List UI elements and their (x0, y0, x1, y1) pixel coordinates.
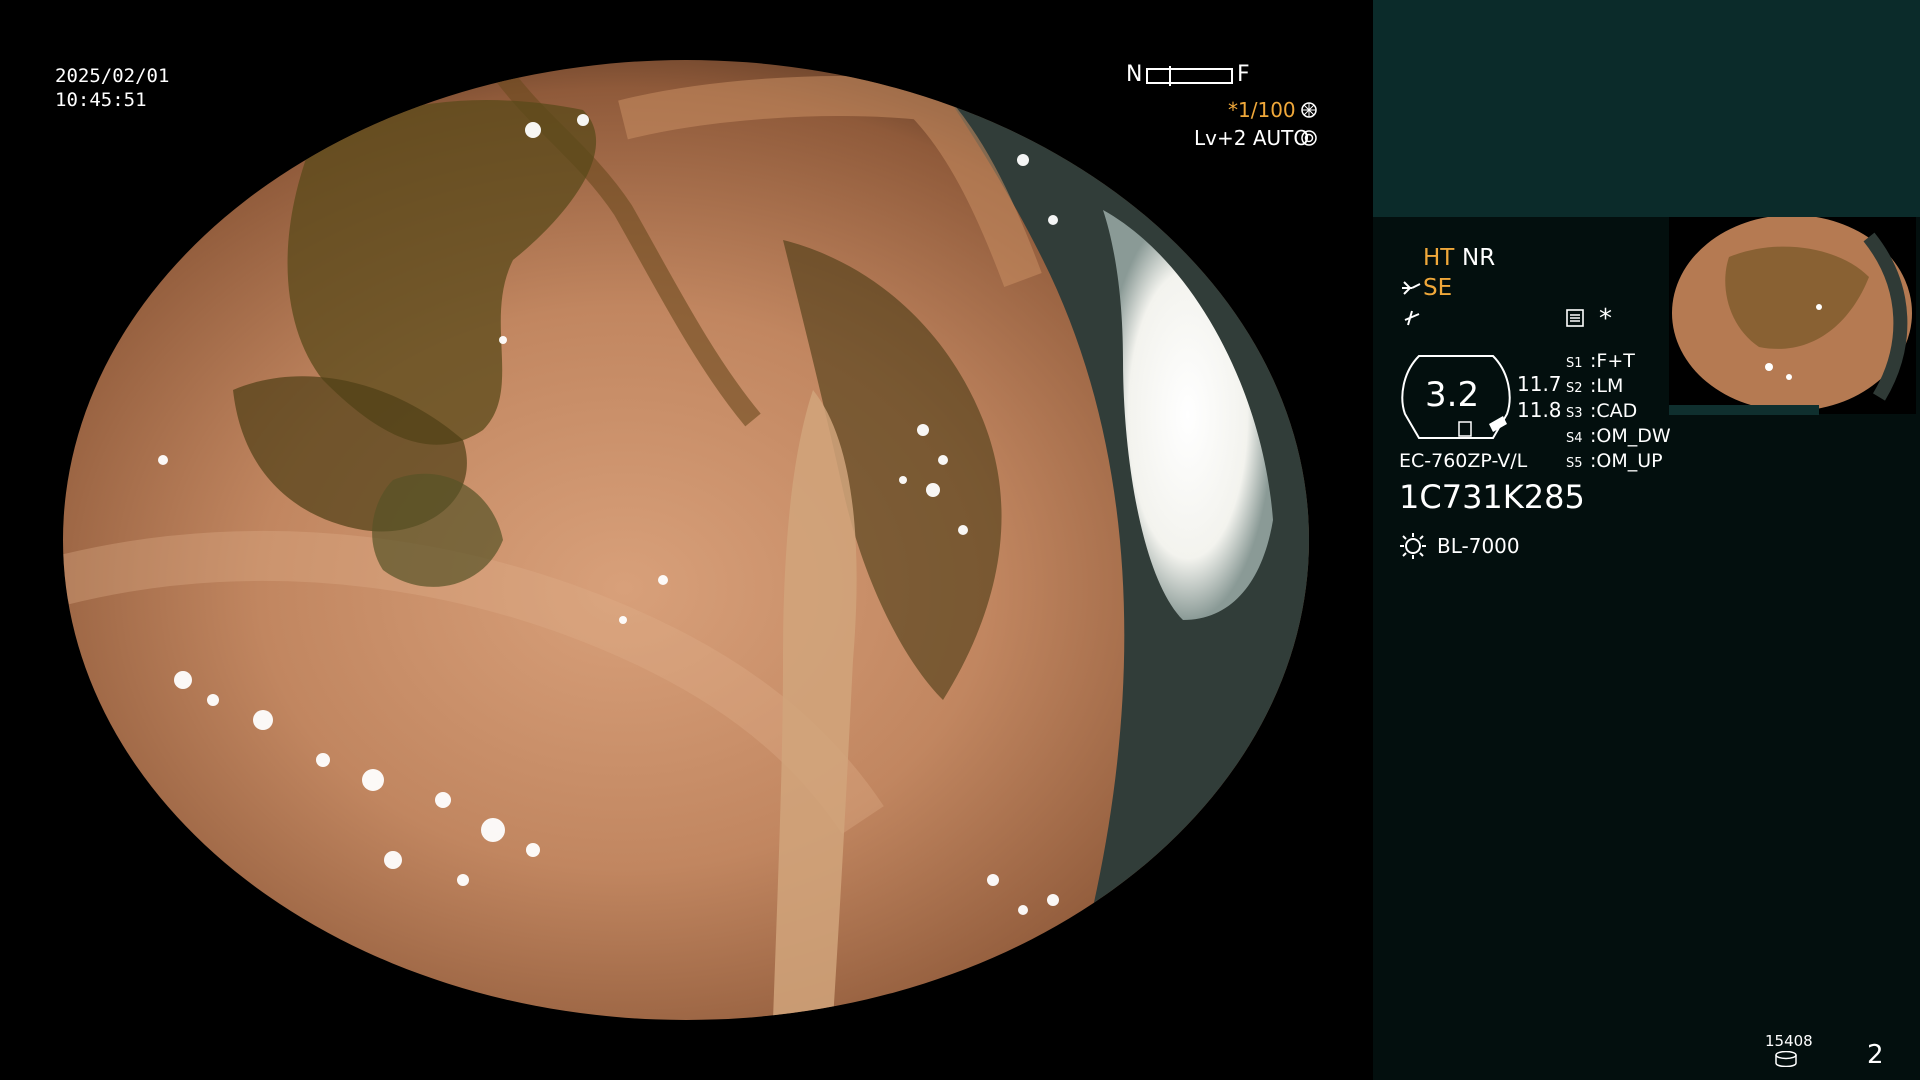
switch-row-s3: S3:CAD (1566, 400, 1638, 422)
zoom-value: 3.2 (1425, 375, 1480, 415)
focus-near-label: N (1126, 62, 1143, 87)
switch-key: S2 (1566, 381, 1583, 396)
endoscope-view: 2025/02/01 10:45:51 N F *1/100 Lv+2 AUTO (0, 0, 1373, 1080)
switch-key: S5 (1566, 456, 1583, 471)
switch-value: OM_DW (1596, 425, 1671, 447)
light-source-label: BL-7000 (1437, 534, 1520, 558)
switch-row-s4: S4:OM_DW (1566, 425, 1671, 447)
status-panel: HT NR SE * 3.2 11.7 11.8 S1:F+T S2:LM S3… (1373, 0, 1920, 1080)
focus-indicator-bar (1146, 66, 1233, 86)
switch-value: CAD (1596, 400, 1638, 422)
date-label: 2025/02/01 (55, 65, 170, 87)
switch-value: OM_UP (1596, 450, 1663, 472)
switch-key: S1 (1566, 356, 1583, 371)
panel-header-area (1373, 0, 1920, 217)
switch-row-s5: S5:OM_UP (1566, 450, 1663, 472)
sun-icon (1399, 532, 1427, 560)
exposure-label: Lv+2 AUTO (1194, 126, 1310, 150)
switch-value: LM (1596, 375, 1624, 397)
readout-2: 11.8 (1517, 398, 1562, 422)
scope-serial-label: 1C731K285 (1399, 478, 1585, 516)
switch-key: S3 (1566, 406, 1583, 421)
shutter-speed-label: *1/100 (1228, 98, 1296, 122)
scope-model-label: EC-760ZP-V/L (1399, 450, 1528, 472)
capture-thumbnail[interactable] (1669, 217, 1916, 414)
disk-icon (1774, 1050, 1798, 1068)
iris-icon (1301, 130, 1317, 146)
focus-position-marker (1169, 66, 1171, 86)
readout-1: 11.7 (1517, 372, 1562, 396)
focus-far-label: F (1237, 62, 1250, 87)
mode-nr-label: NR (1462, 245, 1496, 271)
time-label: 10:45:51 (55, 89, 147, 111)
mode-ht-label: HT (1423, 245, 1455, 271)
thumbnail-image (1672, 217, 1912, 411)
freeze-icon (1402, 308, 1422, 328)
endoscopic-image (63, 60, 1309, 1020)
switch-value: F+T (1596, 350, 1635, 372)
scope-tip-icon (1400, 278, 1422, 298)
mode-se-label: SE (1423, 275, 1453, 301)
thumbnail-caption-bar (1669, 405, 1819, 415)
colon-mucosa-illustration (63, 60, 1309, 1020)
switch-row-s1: S1:F+T (1566, 350, 1635, 372)
storage-count: 15408 (1765, 1032, 1813, 1050)
asterisk-indicator: * (1599, 304, 1612, 334)
settings-icon (1565, 308, 1585, 328)
switch-list: S1:F+T S2:LM S3:CAD S4:OM_DW S5:OM_UP (1566, 350, 1671, 475)
page-number: 2 (1867, 1040, 1884, 1070)
aperture-icon (1301, 102, 1317, 118)
switch-row-s2: S2:LM (1566, 375, 1624, 397)
switch-key: S4 (1566, 431, 1583, 446)
